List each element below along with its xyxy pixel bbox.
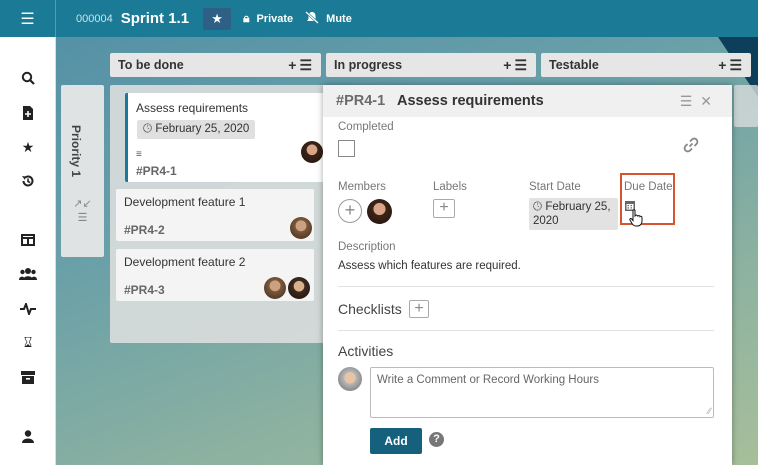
sprint-title: Sprint 1.1 bbox=[120, 10, 190, 27]
left-sidebar: ★ ⌛︎ bbox=[0, 37, 56, 465]
panel-card-title[interactable]: Assess requirements bbox=[397, 93, 544, 109]
mute-bell-icon bbox=[305, 10, 320, 27]
card-pr4-3[interactable]: Development feature 2 #PR4-3 bbox=[116, 249, 314, 301]
column-header-in-progress: In progress +☰ bbox=[326, 53, 536, 77]
new-document-icon[interactable] bbox=[0, 106, 56, 123]
close-icon[interactable]: ✕ bbox=[700, 93, 720, 109]
current-user-avatar bbox=[338, 367, 362, 391]
hamburger-icon[interactable]: ☰ bbox=[0, 0, 56, 37]
card-title: Assess requirements bbox=[136, 101, 249, 115]
add-card-icon[interactable]: + bbox=[288, 57, 299, 73]
avatar[interactable] bbox=[301, 141, 323, 163]
activities-label: Activities bbox=[338, 343, 394, 359]
card-pr4-2[interactable]: Development feature 1 #PR4-2 bbox=[116, 189, 314, 241]
help-icon[interactable]: ? bbox=[429, 432, 444, 447]
add-member-button[interactable]: + bbox=[338, 199, 362, 223]
resize-handle-icon[interactable]: ∕∕ bbox=[708, 406, 711, 416]
members-label: Members bbox=[338, 181, 386, 193]
card-date: February 25, 2020 bbox=[155, 123, 250, 135]
link-icon[interactable] bbox=[683, 137, 699, 157]
column-menu-icon[interactable]: ☰ bbox=[299, 57, 315, 73]
hand-cursor-icon bbox=[629, 209, 643, 231]
star-icon[interactable]: ★ bbox=[203, 7, 232, 30]
card-pr4-1[interactable]: Assess requirements 🕓︎ February 25, 2020… bbox=[125, 93, 325, 182]
divider bbox=[338, 286, 714, 287]
private-button[interactable]: 🔒︎ Private bbox=[243, 11, 293, 26]
divider bbox=[338, 330, 714, 331]
completed-checkbox[interactable] bbox=[338, 140, 355, 157]
swimlane-header[interactable]: Priority 1 ↗↙ ☰ bbox=[61, 85, 104, 257]
card-title: Development feature 2 bbox=[124, 255, 246, 269]
activity-icon[interactable] bbox=[0, 300, 56, 318]
favorites-star-icon[interactable]: ★ bbox=[0, 139, 56, 156]
card-id: #PR4-3 bbox=[124, 283, 165, 297]
panel-card-id: #PR4-1 bbox=[336, 93, 386, 109]
column-menu-icon[interactable]: ☰ bbox=[729, 57, 745, 73]
mute-button[interactable]: Mute bbox=[305, 10, 352, 27]
avatar[interactable] bbox=[290, 217, 312, 239]
add-checklist-button[interactable]: + bbox=[409, 300, 429, 318]
sprint-number: 000004 bbox=[76, 12, 113, 25]
card-detail-panel: #PR4-1 Assess requirements ☰✕ Completed … bbox=[323, 85, 732, 465]
clock-icon: 🕓︎ bbox=[143, 123, 153, 135]
avatar[interactable] bbox=[288, 277, 310, 299]
description-label: Description bbox=[338, 241, 396, 253]
column-header-testable: Testable +☰ bbox=[541, 53, 751, 77]
card-title: Development feature 1 bbox=[124, 195, 246, 209]
board-icon[interactable] bbox=[0, 233, 56, 249]
column-title: To be done bbox=[118, 58, 184, 72]
swimlane-menu-icon[interactable]: ☰ bbox=[61, 211, 104, 224]
card-id: #PR4-1 bbox=[136, 164, 177, 178]
comment-input[interactable]: Write a Comment or Record Working Hours … bbox=[370, 367, 714, 418]
checklists-label: Checklists bbox=[338, 301, 402, 317]
column-title: In progress bbox=[334, 58, 403, 72]
start-date-chip[interactable]: 🕓︎ February 25, 2020 bbox=[529, 198, 618, 230]
column-title: Testable bbox=[549, 58, 599, 72]
description-lines-icon: ≡ bbox=[136, 149, 142, 160]
mute-label: Mute bbox=[326, 12, 352, 25]
card-id: #PR4-2 bbox=[124, 223, 165, 237]
add-button[interactable]: Add bbox=[370, 428, 422, 454]
add-card-icon[interactable]: + bbox=[718, 57, 729, 73]
member-avatar[interactable] bbox=[367, 199, 392, 224]
search-icon[interactable] bbox=[0, 71, 56, 88]
card-date-badge: 🕓︎ February 25, 2020 bbox=[137, 120, 256, 139]
column-header-to-be-done: To be done +☰ bbox=[110, 53, 321, 77]
labels-label: Labels bbox=[433, 181, 467, 193]
panel-menu-icon[interactable]: ☰ bbox=[680, 93, 701, 109]
comment-placeholder: Write a Comment or Record Working Hours bbox=[377, 374, 599, 386]
testable-lane-partial bbox=[734, 85, 758, 127]
panel-header: #PR4-1 Assess requirements ☰✕ bbox=[323, 85, 732, 117]
add-label-button[interactable]: + bbox=[433, 199, 455, 218]
swimlane-label: Priority 1 bbox=[69, 125, 83, 178]
history-icon[interactable] bbox=[0, 174, 56, 191]
start-date-value: February 25, 2020 bbox=[533, 201, 611, 227]
column-menu-icon[interactable]: ☰ bbox=[514, 57, 530, 73]
add-card-icon[interactable]: + bbox=[503, 57, 514, 73]
description-text[interactable]: Assess which features are required. bbox=[338, 260, 521, 272]
team-icon[interactable] bbox=[0, 267, 56, 283]
hourglass-icon[interactable]: ⌛︎ bbox=[0, 334, 56, 351]
top-bar: ☰ 000004 Sprint 1.1 ★ 🔒︎ Private Mute bbox=[0, 0, 758, 37]
private-label: Private bbox=[256, 12, 294, 25]
collapse-icon[interactable]: ↗↙ bbox=[61, 197, 104, 210]
archive-icon[interactable] bbox=[0, 371, 56, 387]
completed-label: Completed bbox=[338, 121, 394, 133]
avatar[interactable] bbox=[264, 277, 286, 299]
lock-icon: 🔒︎ bbox=[243, 11, 250, 25]
start-date-label: Start Date bbox=[529, 181, 581, 193]
clock-icon: 🕓︎ bbox=[533, 201, 543, 213]
user-icon[interactable] bbox=[0, 430, 56, 446]
